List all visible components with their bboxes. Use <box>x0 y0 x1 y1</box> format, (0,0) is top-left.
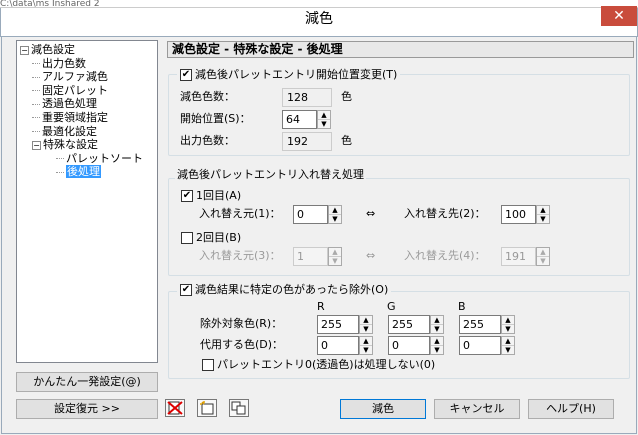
reduce-button[interactable]: 減色 <box>340 399 426 419</box>
palette-start-checkbox-label: 減色後パレットエントリ開始位置変更(T) <box>195 68 398 81</box>
first-swap-row[interactable]: ✔ 1回目(A) <box>181 188 241 204</box>
collapse-icon[interactable]: − <box>32 140 41 150</box>
tree-item-label: 特殊な設定 <box>43 138 98 152</box>
replace-r-input[interactable]: 0 <box>317 336 359 355</box>
first-swap-label: 1回目(A) <box>196 189 242 202</box>
swap-src-2-label: 入れ替え元(3)： <box>199 249 281 262</box>
exclude-checkbox-row[interactable]: ✔ 減色結果に特定の色があったら除外(O) <box>177 282 392 298</box>
palette-start-checkbox[interactable]: ✔ <box>180 69 192 81</box>
tree-item-label: 出力色数 <box>42 56 86 70</box>
exclude-b-input[interactable]: 255 <box>459 315 501 334</box>
new-settings-icon[interactable] <box>197 399 217 417</box>
tree-item-label: 後処理 <box>66 165 101 179</box>
settings-tree[interactable]: − 減色設定 出力色数 アルファ減色 固定パレット 透過色処理 重要領域指定 最適… <box>16 40 158 363</box>
swap-src-1-spinner[interactable]: ▲ ▼ <box>328 205 342 224</box>
collapse-icon[interactable]: − <box>20 45 29 55</box>
palette0-label: パレットエントリ0(透過色)は処理しない(0) <box>217 358 436 371</box>
tree-item-optimize[interactable]: 最適化設定 <box>20 125 154 139</box>
swap-src-2-input: 1 <box>293 247 328 266</box>
window-title: 減色 <box>305 11 333 27</box>
swap-dst-1-input[interactable]: 100 <box>501 205 536 224</box>
second-swap-label: 2回目(B) <box>196 231 242 244</box>
quick-setting-button[interactable]: かんたん一発設定(@) <box>16 372 158 392</box>
swap-src-1-input[interactable]: 0 <box>293 205 328 224</box>
tree-item-label: 重要領域指定 <box>42 110 108 124</box>
reduce-count-label: 減色色数： <box>180 90 235 103</box>
swap-src-2-spinner: ▲ ▼ <box>328 247 342 266</box>
replace-g-spinner[interactable]: ▲ ▼ <box>430 336 444 355</box>
tree-item-palette-sort[interactable]: パレットソート <box>20 152 154 166</box>
column-r-label: R <box>317 300 325 313</box>
output-count-label: 出力色数： <box>180 134 235 147</box>
tree-item-alpha[interactable]: アルファ減色 <box>20 70 154 84</box>
tree-item-label: アルファ減色 <box>42 70 108 84</box>
swap-src-1-label: 入れ替え元(1)： <box>199 207 281 220</box>
start-position-spinner[interactable]: ▲ ▼ <box>317 110 331 129</box>
second-swap-checkbox[interactable] <box>181 232 193 244</box>
tree-item-reduce-settings[interactable]: − 減色設定 <box>20 43 154 57</box>
start-position-input[interactable]: 64 <box>282 110 317 129</box>
cancel-button[interactable]: キャンセル <box>434 399 520 419</box>
delete-settings-icon[interactable] <box>165 399 185 417</box>
column-b-label: B <box>458 300 466 313</box>
tree-item-transparency[interactable]: 透過色処理 <box>20 97 154 111</box>
tree-item-important-area[interactable]: 重要領域指定 <box>20 111 154 125</box>
column-g-label: G <box>387 300 396 313</box>
exclude-checkbox-label: 減色結果に特定の色があったら除外(O) <box>195 283 389 296</box>
output-count-value: 192 <box>282 132 332 151</box>
tree-item-label: 最適化設定 <box>42 124 97 138</box>
reduce-count-value: 128 <box>282 88 332 107</box>
tree-item-special[interactable]: − 特殊な設定 <box>20 138 154 152</box>
restore-settings-button[interactable]: 設定復元 >> <box>16 399 158 419</box>
tree-item-label: 透過色処理 <box>42 97 97 111</box>
palette0-checkbox[interactable] <box>202 359 214 371</box>
exclude-color-label: 除外対象色(R)： <box>200 317 283 330</box>
tree-item-label: 減色設定 <box>31 43 75 56</box>
exclude-b-spinner[interactable]: ▲ ▼ <box>501 315 515 334</box>
tree-item-fixed-palette[interactable]: 固定パレット <box>20 84 154 98</box>
tree-item-output-colors[interactable]: 出力色数 <box>20 57 154 71</box>
palette0-row[interactable]: パレットエントリ0(透過色)は処理しない(0) <box>202 357 435 373</box>
replace-b-input[interactable]: 0 <box>459 336 501 355</box>
exclude-g-spinner[interactable]: ▲ ▼ <box>430 315 444 334</box>
close-button[interactable]: ✕ <box>601 6 637 26</box>
swap-dst-1-label: 入れ替え先(2)： <box>404 207 486 220</box>
swap-dst-2-label: 入れ替え先(4)： <box>404 249 486 262</box>
help-button[interactable]: ヘルプ(H) <box>528 399 614 419</box>
tree-item-label: 固定パレット <box>42 83 108 97</box>
replace-g-input[interactable]: 0 <box>388 336 430 355</box>
palette-start-checkbox-row[interactable]: ✔ 減色後パレットエントリ開始位置変更(T) <box>177 67 401 83</box>
exclude-checkbox[interactable]: ✔ <box>180 284 192 296</box>
swap-dst-2-spinner: ▲ ▼ <box>536 247 550 266</box>
tree-item-label: パレットソート <box>66 151 143 165</box>
start-position-label: 開始位置(S)： <box>180 112 251 125</box>
exclude-g-input[interactable]: 255 <box>388 315 430 334</box>
replace-b-spinner[interactable]: ▲ ▼ <box>501 336 515 355</box>
reduce-count-unit: 色 <box>341 90 352 103</box>
swap-group-title: 減色後パレットエントリ入れ替え処理 <box>175 167 366 183</box>
replace-color-label: 代用する色(D)： <box>200 338 284 351</box>
background-window-strip: C:\data\ms Inshared 2 <box>0 0 638 8</box>
swap-arrow-icon: ⇔ <box>366 207 376 220</box>
page-title: 減色設定 - 特殊な設定 - 後処理 <box>167 41 634 58</box>
exclude-r-input[interactable]: 255 <box>317 315 359 334</box>
replace-r-spinner[interactable]: ▲ ▼ <box>359 336 373 355</box>
exclude-r-spinner[interactable]: ▲ ▼ <box>359 315 373 334</box>
copy-settings-icon[interactable] <box>229 399 249 417</box>
first-swap-checkbox[interactable]: ✔ <box>181 190 193 202</box>
second-swap-row[interactable]: 2回目(B) <box>181 230 241 246</box>
swap-dst-1-spinner[interactable]: ▲ ▼ <box>536 205 550 224</box>
swap-dst-2-input: 191 <box>501 247 536 266</box>
swap-arrow-2-icon: ⇔ <box>366 249 376 262</box>
tree-item-post-process[interactable]: 後処理 <box>20 165 154 179</box>
output-count-unit: 色 <box>341 134 352 147</box>
